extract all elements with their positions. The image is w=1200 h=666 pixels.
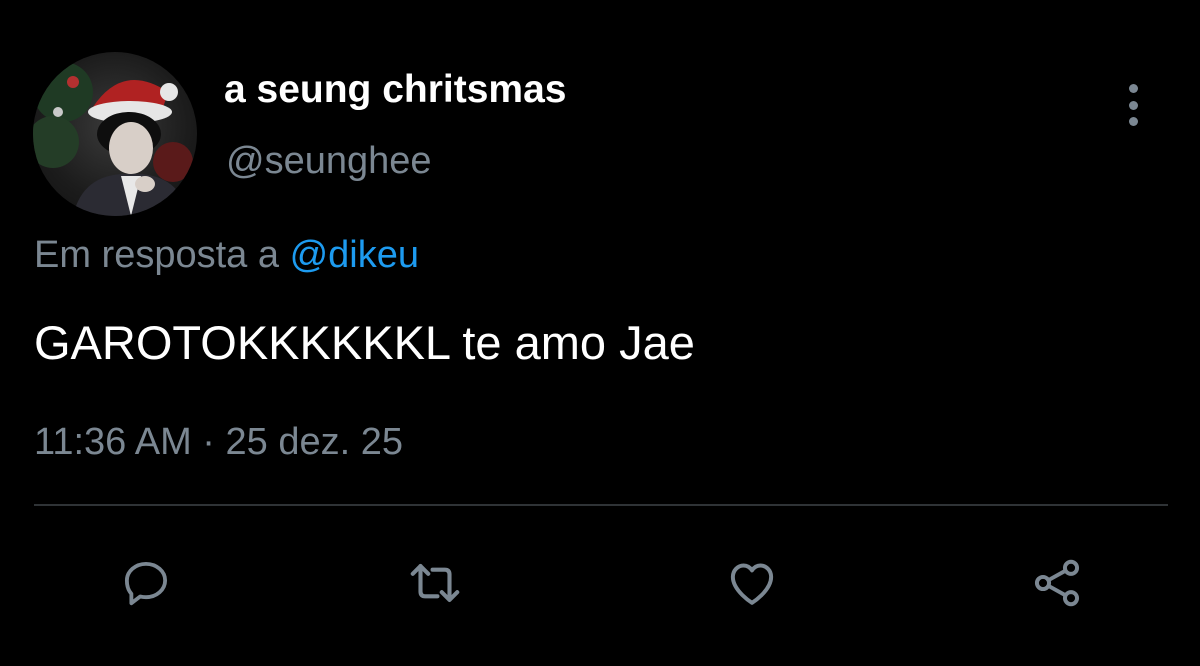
retweet-button[interactable] <box>405 553 465 613</box>
more-dot <box>1128 100 1138 110</box>
user-handle[interactable]: @seunghee <box>226 140 432 183</box>
tweet-time: 11:36 AM <box>34 421 192 463</box>
more-dot <box>1128 117 1138 126</box>
more-dot <box>1128 84 1138 93</box>
like-button[interactable] <box>722 553 782 613</box>
heart-icon <box>730 563 774 605</box>
avatar[interactable] <box>33 52 197 216</box>
tweet-timestamp[interactable]: 11:36 AM · 25 dez. 25 <box>34 421 403 464</box>
share-button[interactable] <box>1027 553 1087 613</box>
tweet-text: GAROTOKKKKKKL te amo Jae <box>34 316 695 369</box>
share-icon <box>1034 559 1080 607</box>
more-vertical-icon[interactable] <box>1113 84 1153 126</box>
reply-icon <box>124 561 168 606</box>
divider <box>34 504 1168 506</box>
retweet-icon <box>410 564 460 602</box>
avatar-photo <box>33 62 193 216</box>
meta-separator: · <box>191 421 226 463</box>
reply-button[interactable] <box>116 553 176 613</box>
reply-context: Em resposta a @dikeu <box>34 234 419 277</box>
tweet-date: 25 dez. 25 <box>225 421 403 463</box>
reply-mention-link[interactable]: @dikeu <box>290 234 419 276</box>
reply-prefix: Em resposta a <box>34 234 290 276</box>
display-name[interactable]: a seung chritsmas <box>224 68 566 112</box>
tweet-card: a seung chritsmas @seunghee Em resposta … <box>0 0 1200 666</box>
